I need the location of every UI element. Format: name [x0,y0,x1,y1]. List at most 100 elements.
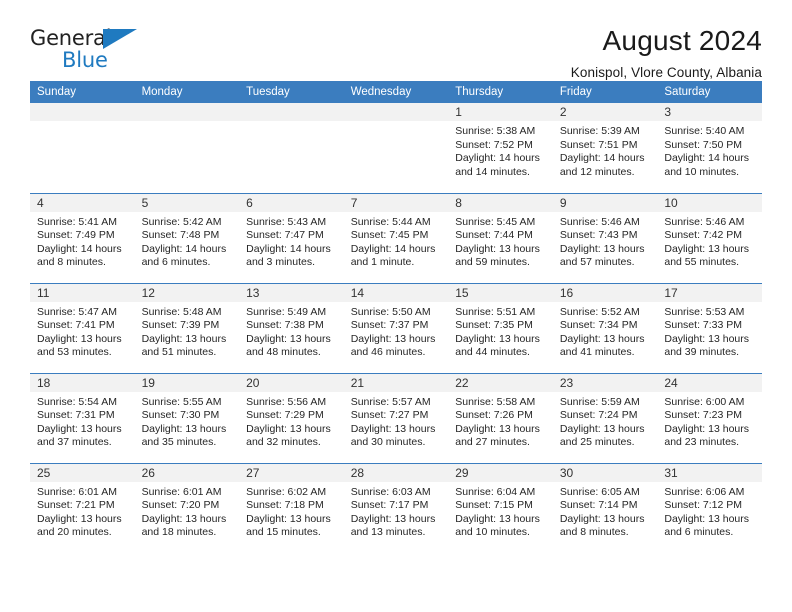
sunset-text: Sunset: 7:48 PM [141,229,220,242]
calendar-cell-inner: 11 Sunrise: 5:47 AM Sunset: 7:41 PM Dayligh… [30,283,135,373]
calendar-cell-day-18[interactable]: 18 Sunrise: 5:54 AM Sunset: 7:31 PM Dayligh… [30,372,135,463]
sunset-text: Sunset: 7:17 PM [350,499,429,512]
calendar-cell-day-22[interactable]: 22 Sunrise: 5:58 AM Sunset: 7:26 PM Dayligh… [448,372,553,463]
general-blue-logo[interactable]: General Blue [30,26,150,76]
calendar-cell-day-5[interactable]: 5 Sunrise: 5:42 AM Sunset: 7:48 PM Daylight… [134,192,240,283]
calendar-cell-day-17[interactable]: 17 Sunrise: 5:53 AM Sunset: 7:33 PM Dayligh… [657,282,762,373]
daylight-text-line1: Daylight: 13 hours [246,512,331,525]
sun-info: Sunrise: 6:00 AM Sunset: 7:23 PM Daylight:… [657,392,762,450]
calendar-cell-day-11[interactable]: 11 Sunrise: 5:47 AM Sunset: 7:41 PM Dayligh… [30,282,135,373]
day-number [134,103,240,121]
calendar-cell-day-15[interactable]: 15 Sunrise: 5:51 AM Sunset: 7:35 PM Dayligh… [448,282,553,373]
daylight-text-line1: Daylight: 13 hours [664,332,750,345]
triangle-icon [103,29,137,49]
calendar-cell-day-12[interactable]: 12 Sunrise: 5:48 AM Sunset: 7:39 PM Dayligh… [134,282,240,373]
calendar-cell-day-24[interactable]: 24 Sunrise: 6:00 AM Sunset: 7:23 PM Dayligh… [657,372,762,463]
sunset-text: Sunset: 7:23 PM [664,409,743,422]
calendar-cell-inner: 22 Sunrise: 5:58 AM Sunset: 7:26 PM Dayligh… [448,373,553,463]
calendar-cell-day-4[interactable]: 4 Sunrise: 5:41 AM Sunset: 7:49 PM Daylight… [30,192,135,283]
calendar-cell-day-8[interactable]: 8 Sunrise: 5:45 AM Sunset: 7:44 PM Daylight… [448,192,553,283]
day-number: 22 [448,373,553,392]
daylight-text-line2: and 23 minutes. [664,436,740,449]
calendar-cell-day-3[interactable]: 3 Sunrise: 5:40 AM Sunset: 7:50 PM Daylight… [657,103,762,193]
calendar-cell-day-10[interactable]: 10 Sunrise: 5:46 AM Sunset: 7:42 PM Dayligh… [657,192,762,283]
sunrise-text: Sunrise: 6:01 AM [37,485,117,498]
calendar-cell-day-21[interactable]: 21 Sunrise: 5:57 AM Sunset: 7:27 PM Dayligh… [343,372,449,463]
calendar-cell-inner: 14 Sunrise: 5:50 AM Sunset: 7:37 PM Dayligh… [343,283,449,373]
calendar-cell-day-16[interactable]: 16 Sunrise: 5:52 AM Sunset: 7:34 PM Dayligh… [552,282,658,373]
day-number: 12 [134,283,240,302]
sunset-text: Sunset: 7:47 PM [246,229,324,242]
day-number: 9 [552,193,658,212]
calendar-cell-day-25[interactable]: 25 Sunrise: 6:01 AM Sunset: 7:21 PM Dayligh… [30,462,135,553]
calendar-cell-inner: 28 Sunrise: 6:03 AM Sunset: 7:17 PM Dayligh… [343,463,449,554]
calendar-cell-day-30[interactable]: 30 Sunrise: 6:05 AM Sunset: 7:14 PM Dayligh… [552,462,658,553]
calendar-cell-day-19[interactable]: 19 Sunrise: 5:55 AM Sunset: 7:30 PM Dayligh… [134,372,240,463]
sunrise-text: Sunrise: 6:01 AM [141,485,222,498]
calendar-cell-inner: 9 Sunrise: 5:46 AM Sunset: 7:43 PM Daylight… [552,193,658,283]
daylight-text-line1: Daylight: 13 hours [559,242,645,255]
sun-info: Sunrise: 5:40 AM Sunset: 7:50 PM Daylight:… [657,121,762,179]
calendar-cell-inner: 19 Sunrise: 5:55 AM Sunset: 7:30 PM Dayligh… [134,373,240,463]
calendar-cell-day-14[interactable]: 14 Sunrise: 5:50 AM Sunset: 7:37 PM Dayligh… [343,282,449,373]
sunset-text: Sunset: 7:18 PM [246,499,324,512]
sunrise-text: Sunrise: 6:02 AM [246,485,327,498]
daylight-text-line1: Daylight: 14 hours [664,152,750,165]
calendar-cell-inner [239,103,344,193]
calendar-cell-empty[interactable] [134,103,240,193]
calendar-cell-day-1[interactable]: 1 Sunrise: 5:38 AM Sunset: 7:52 PM Daylight… [448,103,553,193]
day-number: 31 [657,463,762,482]
calendar-cell-day-26[interactable]: 26 Sunrise: 6:01 AM Sunset: 7:20 PM Dayligh… [134,462,240,553]
daylight-text-line1: Daylight: 14 hours [141,242,227,255]
sunrise-text: Sunrise: 5:49 AM [246,305,327,318]
sunrise-text: Sunrise: 5:51 AM [455,305,536,318]
calendar-cell-day-20[interactable]: 20 Sunrise: 5:56 AM Sunset: 7:29 PM Dayligh… [239,372,344,463]
sun-info: Sunrise: 5:45 AM Sunset: 7:44 PM Daylight:… [448,212,553,270]
logo-text-blue: Blue [62,48,108,72]
daylight-text-line2: and 48 minutes. [246,346,321,359]
day-number: 21 [343,373,449,392]
calendar-cell-day-9[interactable]: 9 Sunrise: 5:46 AM Sunset: 7:43 PM Daylight… [552,192,658,283]
calendar-cell-day-27[interactable]: 27 Sunrise: 6:02 AM Sunset: 7:18 PM Dayligh… [239,462,344,553]
day-number: 15 [448,283,553,302]
sunrise-text: Sunrise: 5:52 AM [559,305,640,318]
sun-info: Sunrise: 5:46 AM Sunset: 7:42 PM Daylight:… [657,212,762,270]
calendar-cell-day-29[interactable]: 29 Sunrise: 6:04 AM Sunset: 7:15 PM Dayligh… [448,462,553,553]
calendar-week-row: 11 Sunrise: 5:47 AM Sunset: 7:41 PM Dayligh… [30,282,762,373]
day-number [343,103,449,121]
daylight-text-line1: Daylight: 13 hours [559,512,645,525]
calendar-cell-inner: 8 Sunrise: 5:45 AM Sunset: 7:44 PM Daylight… [448,193,553,283]
calendar-cell-day-28[interactable]: 28 Sunrise: 6:03 AM Sunset: 7:17 PM Dayligh… [343,462,449,554]
daylight-text-line1: Daylight: 13 hours [246,332,331,345]
calendar-cell-day-13[interactable]: 13 Sunrise: 5:49 AM Sunset: 7:38 PM Dayligh… [239,282,344,373]
daylight-text-line2: and 18 minutes. [141,526,217,539]
calendar-cell-day-7[interactable]: 7 Sunrise: 5:44 AM Sunset: 7:45 PM Daylight… [343,192,449,283]
calendar-cell-empty[interactable] [30,103,135,193]
calendar-cell-empty[interactable] [343,103,449,193]
calendar-cell-day-6[interactable]: 6 Sunrise: 5:43 AM Sunset: 7:47 PM Daylight… [239,192,344,283]
sunrise-text: Sunrise: 5:46 AM [664,215,745,228]
sunset-text: Sunset: 7:27 PM [350,409,429,422]
calendar-table: Sunday Monday Tuesday Wednesday Thursday… [30,81,762,553]
sun-info: Sunrise: 6:06 AM Sunset: 7:12 PM Daylight:… [657,482,762,540]
calendar-cell-empty[interactable] [239,103,344,193]
sun-info: Sunrise: 5:51 AM Sunset: 7:35 PM Daylight:… [448,302,553,360]
daylight-text-line1: Daylight: 13 hours [350,422,436,435]
day-number: 16 [552,283,658,302]
calendar-cell-day-2[interactable]: 2 Sunrise: 5:39 AM Sunset: 7:51 PM Daylight… [552,103,658,193]
sunset-text: Sunset: 7:52 PM [455,138,533,151]
sun-info: Sunrise: 5:48 AM Sunset: 7:39 PM Daylight:… [135,302,240,360]
sun-info: Sunrise: 5:41 AM Sunset: 7:49 PM Daylight:… [30,212,135,270]
calendar-cell-inner: 7 Sunrise: 5:44 AM Sunset: 7:45 PM Daylight… [343,193,449,283]
sunset-text: Sunset: 7:39 PM [141,319,220,332]
daylight-text-line2: and 6 minutes. [141,256,211,269]
sunrise-text: Sunrise: 5:48 AM [141,305,222,318]
sunrise-text: Sunrise: 5:55 AM [141,395,222,408]
daylight-text-line2: and 44 minutes. [455,346,530,359]
calendar-cell-day-23[interactable]: 23 Sunrise: 5:59 AM Sunset: 7:24 PM Dayligh… [552,372,658,463]
sunset-text: Sunset: 7:14 PM [559,499,638,512]
calendar-cell-day-31[interactable]: 31 Sunrise: 6:06 AM Sunset: 7:12 PM Dayligh… [657,462,762,553]
sunset-text: Sunset: 7:42 PM [664,229,743,242]
daylight-text-line2: and 25 minutes. [559,436,635,449]
sunrise-text: Sunrise: 5:46 AM [559,215,640,228]
